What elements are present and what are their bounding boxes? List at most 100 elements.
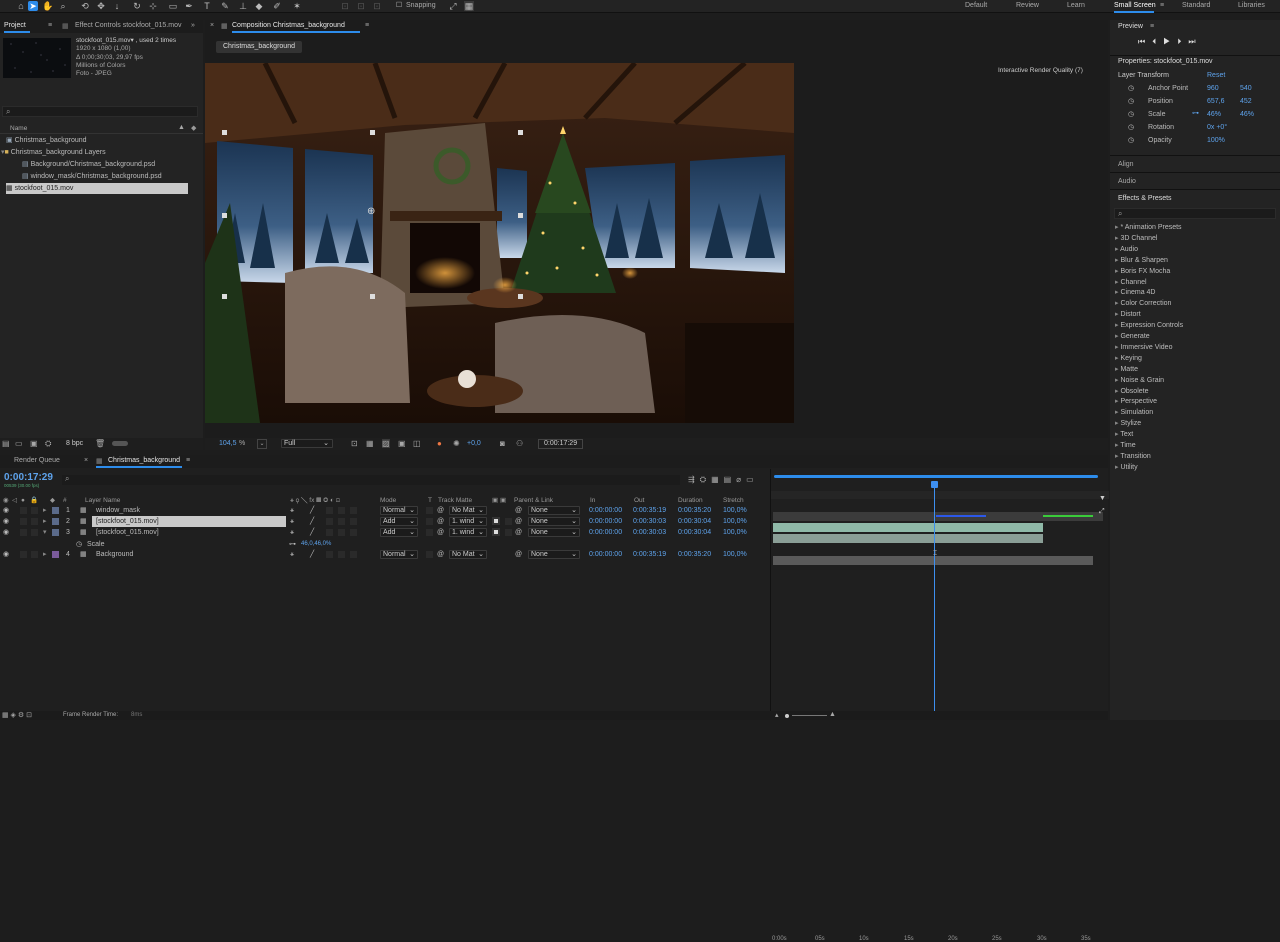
layer-in[interactable]: 0:00:00:00 [589, 505, 622, 516]
parent-dropdown[interactable]: None ⌄ [528, 506, 580, 515]
project-item[interactable]: ▤ window_mask/Christmas_background.psd [22, 171, 162, 182]
snap-options-icon[interactable]: ⤢ [448, 1, 458, 11]
layer-out[interactable]: 0:00:35:19 [633, 549, 666, 560]
effects-category[interactable]: ▸ Blur & Sharpen [1115, 255, 1168, 266]
preserve-transparency-box[interactable] [426, 551, 433, 558]
fx-switch[interactable] [326, 507, 333, 514]
effects-category[interactable]: ▸ Transition [1115, 451, 1151, 462]
scale-property-value[interactable]: 46,0,46,0% [301, 539, 331, 550]
channel-icon[interactable]: ● [437, 439, 442, 448]
effects-category[interactable]: ▸ Expression Controls [1115, 320, 1183, 331]
anchor-y[interactable]: 540 [1240, 84, 1252, 94]
stopwatch-icon[interactable]: ◷ [1128, 110, 1134, 120]
shy-icon[interactable]: ⛭ [700, 475, 711, 484]
guides-icon[interactable]: ▣ [398, 439, 406, 448]
mode-dropdown[interactable]: Add ⌄ [380, 528, 418, 537]
comp-end-marker-icon[interactable]: ▼ [1099, 495, 1106, 502]
preserve-transparency-box[interactable] [426, 529, 433, 536]
comp-flowchart-icon[interactable]: ▭ [746, 475, 759, 484]
zoom-out-icon[interactable]: ▴ [775, 711, 779, 719]
snapping-checkbox[interactable]: ☐ [394, 1, 404, 11]
matte-alpha-toggle[interactable] [492, 528, 500, 536]
transform-handle[interactable] [518, 213, 523, 218]
effects-category[interactable]: ▸ Time [1115, 440, 1136, 451]
constrain-link-icon[interactable]: ⊶ [1192, 109, 1199, 119]
comp-viewer[interactable]: ⊕ [205, 63, 794, 423]
panel-expand-icon[interactable]: » [191, 22, 195, 29]
thumbnail-slider[interactable] [112, 441, 128, 446]
scale-x[interactable]: 46% [1207, 110, 1221, 120]
effects-category[interactable]: ▸ 3D Channel [1115, 233, 1157, 244]
solo-box[interactable] [20, 529, 27, 536]
zoom-tool-icon[interactable]: ⌕ [58, 1, 68, 11]
layer-out[interactable]: 0:00:30:03 [633, 516, 666, 527]
trash-icon[interactable]: 🗑 [95, 439, 105, 448]
anchor-tool-icon[interactable]: ⊹ [148, 1, 158, 11]
motion-blur-switch[interactable] [338, 529, 345, 536]
lock-box[interactable] [31, 529, 38, 536]
track-matte-dropdown[interactable]: 1. wind ⌄ [449, 517, 487, 526]
tab-render-queue[interactable]: Render Queue [14, 457, 60, 464]
render-time-icon[interactable]: ▦ ◈ ⚙ ⊡ [2, 711, 32, 719]
layer-row[interactable]: ◉ ▸ 1 ▦ window_mask ⚹ ╱ Normal ⌄ @ No Mat ⌄ @ None ⌄ 0:… [0, 505, 770, 516]
frame-blend-icon[interactable]: ▦ [711, 475, 724, 484]
eraser-tool-icon[interactable]: ◆ [254, 1, 264, 11]
panel-menu-icon[interactable]: ≡ [365, 22, 369, 29]
adjustment-switch[interactable] [350, 507, 357, 514]
lock-box[interactable] [31, 507, 38, 514]
snapshot-icon[interactable]: ◙ [500, 439, 505, 448]
effects-category[interactable]: ▸ Simulation [1115, 407, 1153, 418]
adjustment-switch[interactable] [350, 518, 357, 525]
effects-category[interactable]: ▸ Generate [1115, 331, 1150, 342]
solo-box[interactable] [20, 551, 27, 558]
layer-in[interactable]: 0:00:00:00 [589, 527, 622, 538]
layer-in[interactable]: 0:00:00:00 [589, 516, 622, 527]
workspace-small-screen[interactable]: Small Screen [1114, 2, 1156, 9]
layer-row[interactable]: ◉ ▸ 2 ▦ [stockfoot_015.mov] ⚹ ╱ Add ⌄ @1. wind ⌄ @ N… [0, 516, 770, 527]
layer-duration[interactable]: 0:00:35:20 [678, 549, 711, 560]
selection-tool-icon[interactable]: ➤ [28, 1, 38, 11]
matte-alpha-toggle[interactable] [492, 517, 500, 525]
new-folder-icon[interactable]: ▭ [15, 439, 23, 448]
parent-dropdown[interactable]: None ⌄ [528, 550, 580, 559]
effects-category[interactable]: ▸ Cinema 4D [1115, 287, 1155, 298]
effects-category[interactable]: ▸ Stylize [1115, 418, 1141, 429]
matte-pickwhip-icon[interactable]: @ [437, 549, 444, 560]
motion-blur-switch[interactable] [338, 507, 345, 514]
layer-row[interactable]: ◉ ▸ 4 ▦ Background ⚹ ╱ Normal ⌄ @ No Mat ⌄ @ None ⌄ 0:0… [0, 549, 770, 560]
reset-link[interactable]: Reset [1207, 72, 1225, 79]
constrain-link-icon[interactable]: ⊶ [289, 539, 296, 550]
workspace-review[interactable]: Review [1016, 2, 1039, 9]
close-icon[interactable]: × [210, 22, 214, 29]
quality-switch-icon[interactable]: ╱ [310, 516, 314, 527]
preserve-transparency-box[interactable] [426, 507, 433, 514]
viewer-timecode[interactable]: 0:00:17:29 [538, 439, 584, 449]
3d-view-icon[interactable]: ◫ [413, 439, 421, 448]
graph-editor-icon[interactable]: ⌀ [736, 475, 746, 484]
chevron-right-icon[interactable]: ▸ [43, 505, 47, 516]
parent-dropdown[interactable]: None ⌄ [528, 528, 580, 537]
workspace-standard[interactable]: Standard [1182, 2, 1210, 9]
panel-menu-icon[interactable]: ≡ [48, 22, 52, 29]
transform-handle[interactable] [518, 294, 523, 299]
effects-category[interactable]: ▸ * Animation Presets [1115, 222, 1182, 233]
effects-category[interactable]: ▸ Noise & Grain [1115, 375, 1164, 386]
adjustment-switch[interactable] [350, 551, 357, 558]
motion-blur-switch[interactable] [338, 551, 345, 558]
timeline-tracks[interactable]: ⌶ ▼ ⤢ [770, 469, 1109, 720]
layer-name[interactable]: Background [92, 549, 286, 560]
solo-box[interactable] [20, 518, 27, 525]
effects-category[interactable]: ▸ Distort [1115, 309, 1141, 320]
mode-dropdown[interactable]: Normal ⌄ [380, 550, 418, 559]
matte-pickwhip-icon[interactable]: @ [437, 516, 444, 527]
workspace-default[interactable]: Default [965, 2, 987, 9]
interpret-footage-icon[interactable]: ▤ [2, 439, 10, 448]
render-icon[interactable]: ⛭ [45, 439, 51, 449]
fx-switch[interactable] [326, 551, 333, 558]
visibility-icon[interactable]: ◉ [3, 527, 9, 538]
panel-menu-icon[interactable]: ≡ [1150, 23, 1154, 30]
layer-duration[interactable]: 0:00:30:04 [678, 516, 711, 527]
layer-name[interactable]: [stockfoot_015.mov] [92, 516, 286, 527]
adjustment-switch[interactable] [350, 529, 357, 536]
visibility-icon[interactable]: ◉ [3, 549, 9, 560]
